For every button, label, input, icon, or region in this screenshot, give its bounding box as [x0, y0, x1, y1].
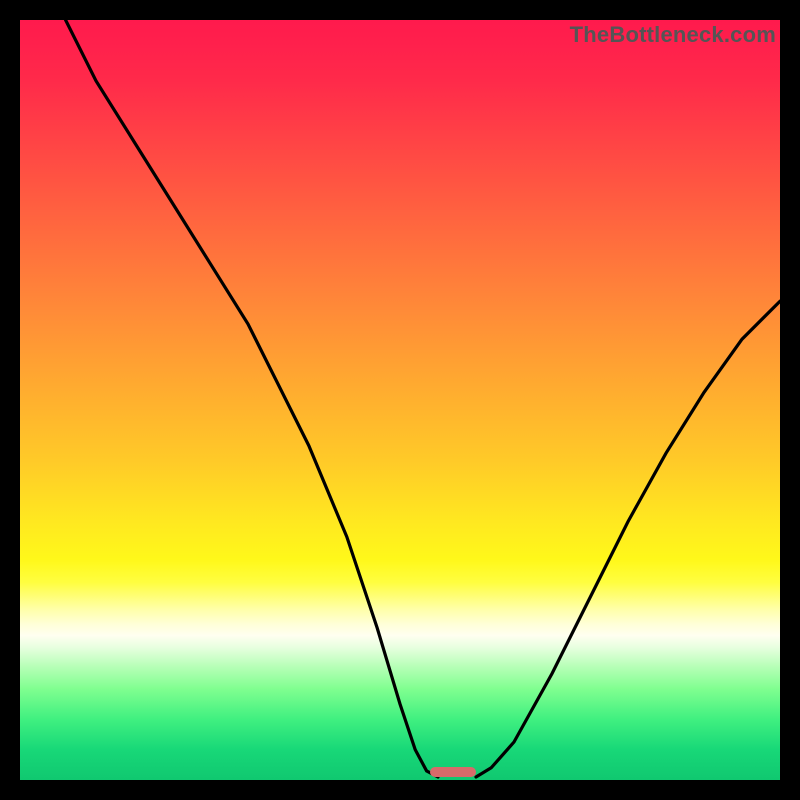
chart-frame: TheBottleneck.com — [0, 0, 800, 800]
plot-area: TheBottleneck.com — [20, 20, 780, 780]
bottleneck-curve — [20, 20, 780, 780]
curve-left-branch — [66, 20, 438, 777]
curve-right-branch — [476, 301, 780, 777]
optimum-marker — [430, 767, 476, 777]
